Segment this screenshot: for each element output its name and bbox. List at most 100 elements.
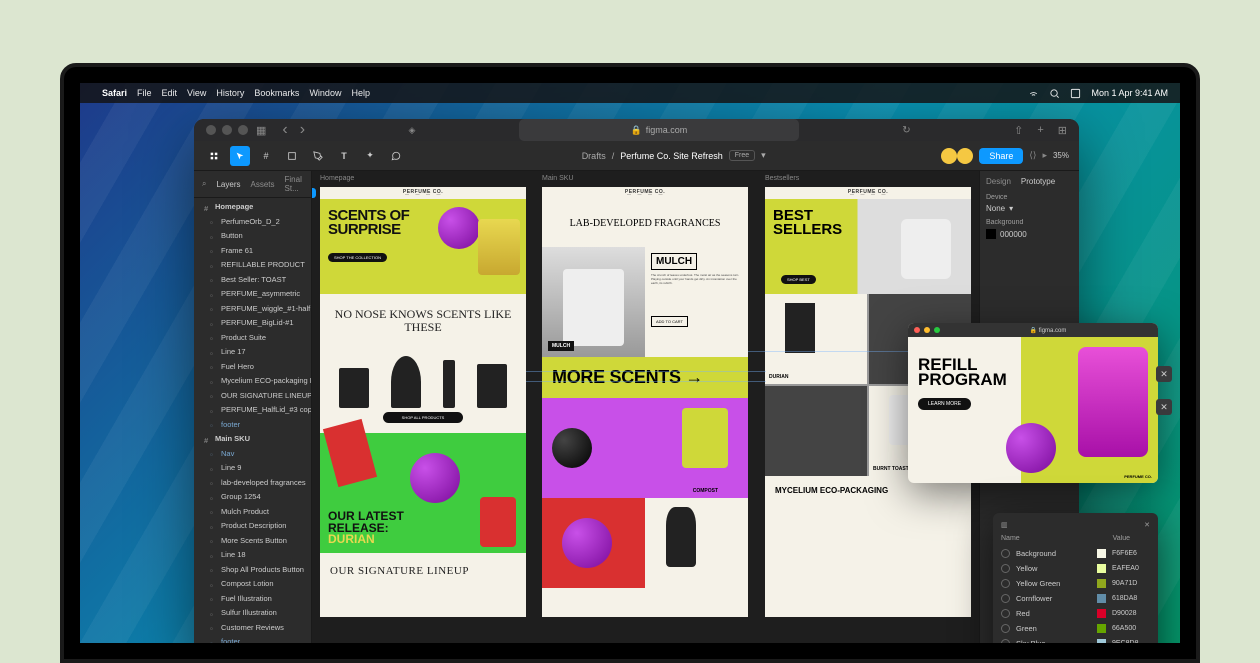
frame-label-bestsellers[interactable]: Bestsellers [765, 175, 799, 182]
traffic-lights [206, 125, 248, 135]
figma-canvas[interactable]: Homepage Main SKU Bestsellers Flow 1 ——P… [312, 171, 979, 643]
variable-row[interactable]: Sky Blue9EC8D8 [1001, 636, 1150, 643]
hand-tool[interactable]: ✦ [360, 146, 380, 166]
tab-prototype[interactable]: Prototype [1021, 177, 1055, 186]
wifi-icon[interactable] [1028, 88, 1039, 99]
control-center-icon[interactable] [1070, 88, 1081, 99]
menu-edit[interactable]: Edit [162, 88, 178, 98]
layer-item[interactable]: ▫Line 17 [194, 345, 311, 360]
variable-row[interactable]: Yellow Green90A71D [1001, 576, 1150, 591]
frame-label-homepage[interactable]: Homepage [320, 175, 354, 182]
layer-item[interactable]: ▫Product Description [194, 519, 311, 534]
close-button[interactable] [206, 125, 216, 135]
user-avatar-2[interactable] [957, 148, 973, 164]
menu-bookmarks[interactable]: Bookmarks [254, 88, 299, 98]
menu-view[interactable]: View [187, 88, 206, 98]
layer-item[interactable]: ▫Best Seller: TOAST [194, 273, 311, 288]
safari-toolbar: ▦ ‹ › ◈ 🔒 figma.com ↻ ⇧ + ⊞ [194, 119, 1079, 141]
layer-item[interactable]: ▫Fuel Illustration [194, 592, 311, 607]
tab-assets[interactable]: Assets [251, 180, 275, 189]
layer-item[interactable]: ▫Sulfur Illustration [194, 606, 311, 621]
shape-tool[interactable] [282, 146, 302, 166]
variable-row[interactable]: RedD90028 [1001, 606, 1150, 621]
variable-row[interactable]: Green66A500 [1001, 621, 1150, 636]
tab-design[interactable]: Design [986, 177, 1011, 186]
menubar-app-name[interactable]: Safari [102, 88, 127, 98]
layer-item[interactable]: ▫Line 18 [194, 548, 311, 563]
dev-mode-icon[interactable]: ⟨⟩ [1029, 150, 1036, 161]
back-icon[interactable]: ‹ [282, 121, 287, 139]
variable-row[interactable]: Cornflower618DA8 [1001, 591, 1150, 606]
layer-item[interactable]: ▫PERFUME_HalfLid_#3 copy 1 [194, 403, 311, 418]
tab-layers[interactable]: Layers [216, 180, 240, 189]
layer-item[interactable]: ▫Line 9 [194, 461, 311, 476]
new-tab-icon[interactable]: + [1037, 124, 1043, 137]
chevron-down-icon[interactable]: ▾ [761, 150, 766, 161]
pen-tool[interactable] [308, 146, 328, 166]
maximize-button[interactable] [238, 125, 248, 135]
sidebar-toggle-icon[interactable]: ▦ [256, 124, 266, 137]
layer-item[interactable]: ▫footer [194, 418, 311, 433]
layer-item[interactable]: ▫footer [194, 635, 311, 643]
layer-item[interactable]: ▫Compost Lotion [194, 577, 311, 592]
breadcrumb-file[interactable]: Perfume Co. Site Refresh [620, 151, 723, 161]
layer-item[interactable]: ▫Mycelium ECO-packaging EA... [194, 374, 311, 389]
frame-label-mainsku[interactable]: Main SKU [542, 175, 574, 182]
layer-item[interactable]: ▫Product Suite [194, 331, 311, 346]
tab-page[interactable]: Final St... [285, 175, 303, 193]
layer-item[interactable]: ▫REFILLABLE PRODUCT [194, 258, 311, 273]
share-button[interactable]: Share [979, 148, 1023, 164]
menu-file[interactable]: File [137, 88, 152, 98]
search-icon[interactable]: ⌕ [202, 179, 206, 189]
layer-item[interactable]: ▫OUR SIGNATURE LINEUP [194, 389, 311, 404]
layer-item[interactable]: ▫Customer Reviews [194, 621, 311, 636]
search-icon[interactable] [1049, 88, 1060, 99]
layer-item[interactable]: ▫Group 1254 [194, 490, 311, 505]
zoom-percent[interactable]: 35% [1053, 151, 1069, 160]
url-bar[interactable]: 🔒 figma.com [519, 119, 799, 141]
menu-help[interactable]: Help [351, 88, 370, 98]
frame-tool[interactable]: # [256, 146, 276, 166]
layer-item[interactable]: ▫Fuel Hero [194, 360, 311, 375]
share-icon[interactable]: ⇧ [1014, 124, 1023, 137]
shield-icon[interactable]: ◈ [409, 125, 416, 136]
forward-icon[interactable]: › [300, 121, 305, 139]
reload-icon[interactable]: ↻ [902, 125, 910, 136]
tabs-icon[interactable]: ⊞ [1058, 124, 1067, 137]
layer-item[interactable]: ▫lab-developed fragrances [194, 476, 311, 491]
layer-item[interactable]: ▫Button [194, 229, 311, 244]
flow-badge[interactable]: Flow 1 [312, 188, 316, 198]
minimize-button[interactable] [222, 125, 232, 135]
text-tool[interactable]: T [334, 146, 354, 166]
artboard-homepage[interactable]: ——PERFUME CO.—— SCENTS OFSURPRISE SHOP T… [320, 187, 526, 617]
layer-item[interactable]: ▫PERFUME_asymmetric [194, 287, 311, 302]
popup-close-1[interactable]: ✕ [1156, 366, 1172, 382]
user-avatar-1[interactable] [941, 148, 957, 164]
artboard-mainsku[interactable]: ——PERFUME CO.—— LAB-DEVELOPED FRAGRANCES… [542, 187, 748, 617]
library-icon[interactable]: ▥ [1001, 521, 1008, 529]
layer-item[interactable]: ▫More Scents Button [194, 534, 311, 549]
layer-item[interactable]: ▫Nav [194, 447, 311, 462]
layer-item[interactable]: ▫PERFUME_BigLid-#1 [194, 316, 311, 331]
move-tool[interactable] [230, 146, 250, 166]
menubar-datetime[interactable]: Mon 1 Apr 9:41 AM [1091, 88, 1168, 98]
background-color[interactable]: 000000 [986, 229, 1073, 239]
present-icon[interactable]: ▸ [1042, 150, 1047, 161]
popup-close-2[interactable]: ✕ [1156, 399, 1172, 415]
layer-item[interactable]: ▫Mulch Product [194, 505, 311, 520]
variable-row[interactable]: BackgroundF6F6E6 [1001, 546, 1150, 561]
figma-menu-icon[interactable] [204, 146, 224, 166]
layer-item[interactable]: ▫PERFUME_wiggle_#1-half [194, 302, 311, 317]
layer-item[interactable]: ▫Shop All Products Button [194, 563, 311, 578]
close-icon[interactable]: ✕ [1144, 521, 1150, 529]
layer-item[interactable]: #Main SKU [194, 432, 311, 447]
menu-window[interactable]: Window [309, 88, 341, 98]
variable-row[interactable]: YellowEAFEA0 [1001, 561, 1150, 576]
breadcrumb-parent[interactable]: Drafts [582, 151, 606, 161]
comment-tool[interactable] [386, 146, 406, 166]
device-select[interactable]: None ▾ [986, 204, 1073, 213]
layer-item[interactable]: #Homepage [194, 200, 311, 215]
layer-item[interactable]: ▫PerfumeOrb_D_2 [194, 215, 311, 230]
layer-item[interactable]: ▫Frame 61 [194, 244, 311, 259]
menu-history[interactable]: History [216, 88, 244, 98]
